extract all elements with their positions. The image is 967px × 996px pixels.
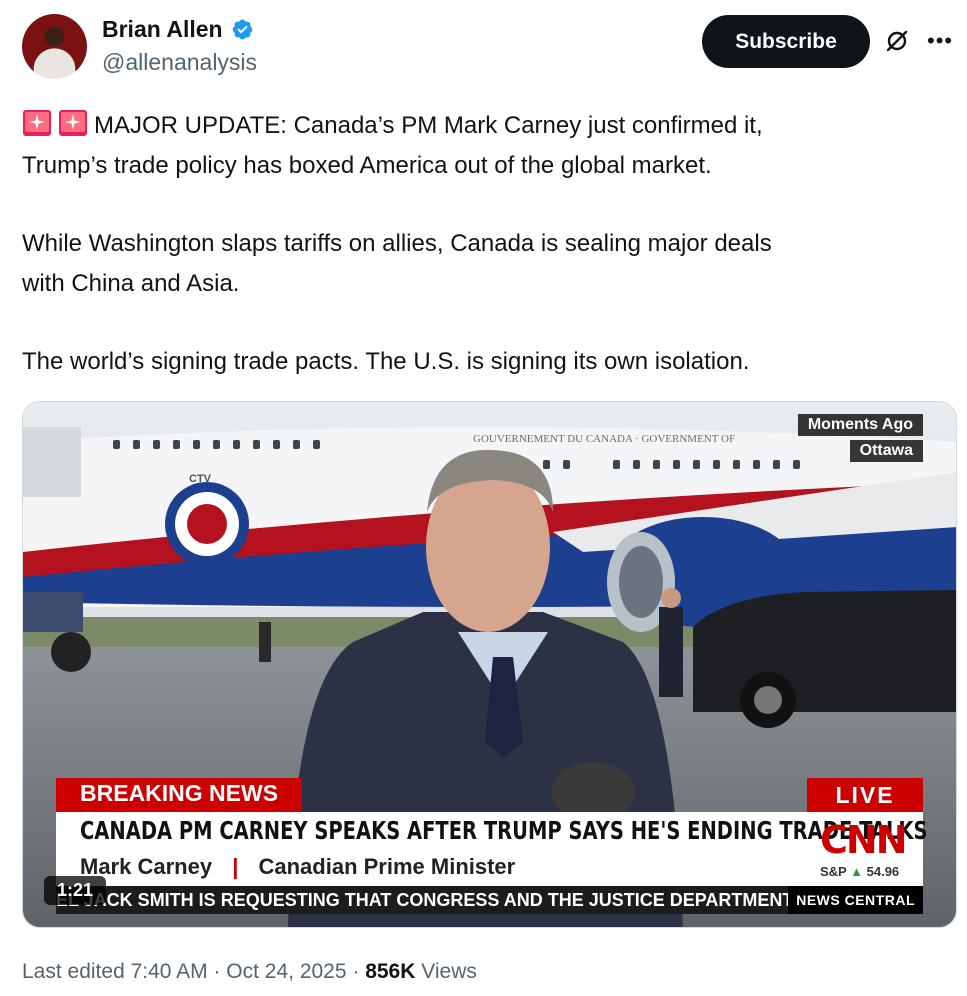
more-horizontal-icon[interactable]: ••• (927, 28, 953, 54)
grok-slash-icon[interactable] (884, 28, 910, 54)
market-readout: S&P ▲ 54.96 (820, 864, 899, 879)
speaker-title: Canadian Prime Minister (258, 854, 516, 879)
plane-lettering: GOUVERNEMENT DU CANADA · GOVERNMENT OF (473, 433, 735, 445)
breaking-news-banner: BREAKING NEWS (56, 778, 303, 812)
tweet-line-2: Trump’s trade policy has boxed America o… (22, 152, 712, 179)
market-up-arrow-icon: ▲ (850, 864, 863, 879)
chyron-speaker: Mark Carney | Canadian Prime Minister (80, 854, 515, 880)
views-label: Views (415, 960, 477, 983)
author-display-name[interactable]: Brian Allen (102, 16, 223, 43)
views-count: 856K (365, 960, 416, 983)
lower-third: CANADA PM CARNEY SPEAKS AFTER TRUMP SAYS… (56, 812, 928, 886)
subscribe-button[interactable]: Subscribe (702, 15, 870, 68)
market-label: S&P (820, 864, 847, 879)
edited-timestamp[interactable]: Last edited 7:40 AM · Oct 24, 2025 · (22, 960, 365, 983)
tweet-text: MAJOR UPDATE: Canada’s PM Mark Carney ju… (22, 106, 942, 382)
cnn-logo: CNN (820, 818, 907, 862)
video-duration: 1:21 (44, 876, 107, 905)
tweet-line-4: with China and Asia. (22, 270, 240, 297)
rotating-light-emoji-icon (59, 110, 87, 136)
avatar[interactable] (22, 14, 87, 79)
tweet-line: MAJOR UPDATE: Canada’s PM Mark Carney ju… (22, 106, 942, 146)
location-tag: Ottawa (849, 440, 923, 462)
tweet-line-5: The world’s signing trade pacts. The U.S… (22, 348, 750, 375)
chyron-headline: CANADA PM CARNEY SPEAKS AFTER TRUMP SAYS… (80, 816, 928, 845)
time-tag: Moments Ago (797, 414, 923, 436)
plane-small-label: CTV (189, 473, 212, 485)
ticker-text: EL JACK SMITH IS REQUESTING THAT CONGRES… (56, 890, 833, 910)
tweet-line-3: While Washington slaps tariffs on allies… (22, 230, 772, 257)
live-badge: LIVE (807, 778, 923, 812)
tweet-meta: Last edited 7:40 AM · Oct 24, 2025 · 856… (22, 960, 477, 984)
news-ticker: EL JACK SMITH IS REQUESTING THAT CONGRES… (56, 886, 923, 914)
tweet-line-1: MAJOR UPDATE: Canada’s PM Mark Carney ju… (94, 112, 763, 139)
ticker-brand: NEWS CENTRAL (788, 886, 923, 914)
speaker-separator: | (232, 854, 239, 879)
verified-badge-icon[interactable] (231, 18, 254, 41)
author-handle[interactable]: @allenanalysis (102, 49, 257, 76)
rotating-light-emoji-icon (23, 110, 51, 136)
market-value: 54.96 (866, 864, 900, 879)
video-player[interactable]: GOUVERNEMENT DU CANADA · GOVERNMENT OF C… (22, 401, 957, 928)
tweet-header: Brian Allen @allenanalysis Subscribe ••• (22, 14, 957, 82)
author-block: Brian Allen @allenanalysis (102, 16, 257, 76)
